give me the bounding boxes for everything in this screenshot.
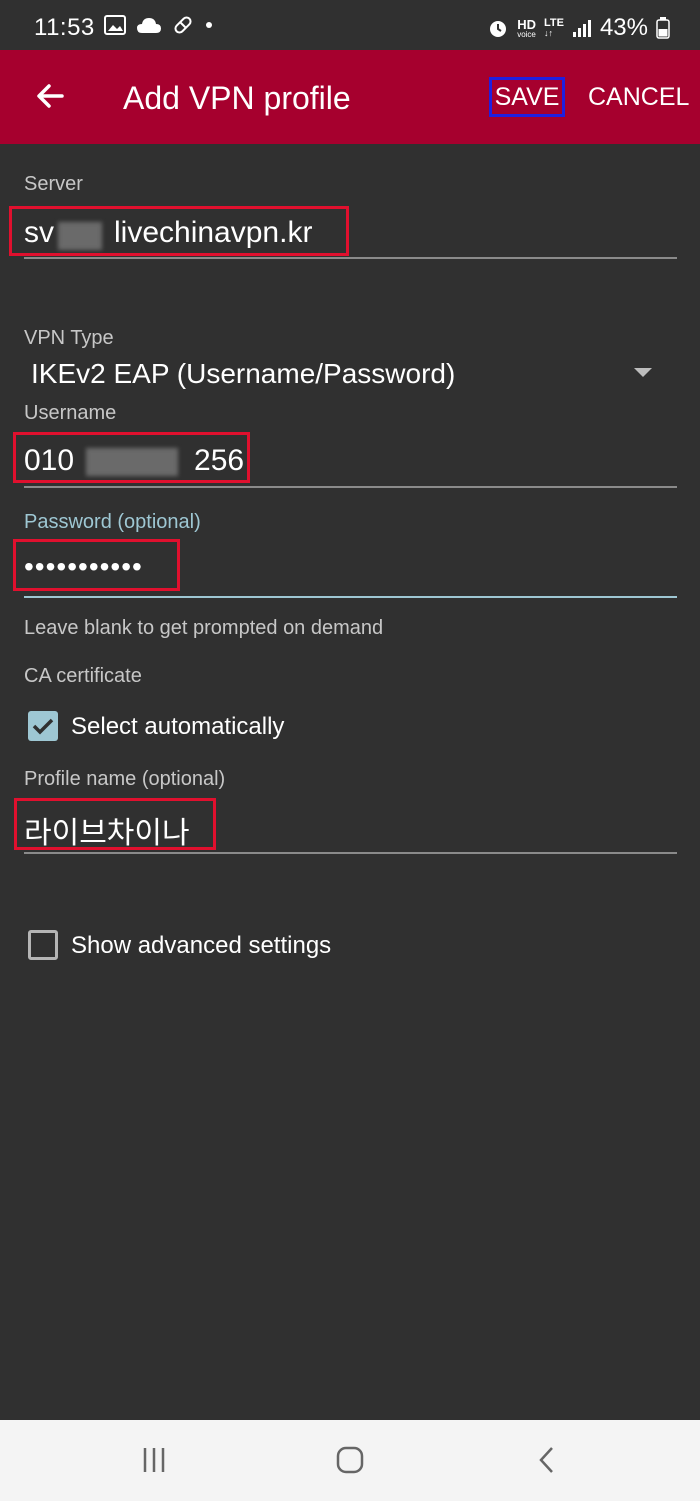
password-label: Password (optional) <box>24 511 201 533</box>
checkmark-icon <box>32 718 54 735</box>
dot-icon <box>206 22 212 28</box>
cloud-icon <box>137 18 161 33</box>
pill-icon <box>174 16 192 34</box>
save-button[interactable]: SAVE <box>489 77 565 117</box>
arrow-left-icon <box>37 84 64 108</box>
show-advanced-checkbox[interactable] <box>28 930 58 960</box>
hd-label: HD <box>517 16 536 32</box>
recent-apps-icon <box>143 1448 165 1472</box>
gallery-icon <box>104 15 126 35</box>
username-label: Username <box>24 402 117 424</box>
profile-name-underline <box>24 852 677 854</box>
server-highlight-box <box>9 206 349 256</box>
voice-label: voice <box>517 29 536 39</box>
status-time: 11:53 <box>34 14 95 41</box>
alarm-icon <box>490 21 507 37</box>
password-helper-text: Leave blank to get prompted on demand <box>24 617 384 639</box>
show-advanced-label[interactable]: Show advanced settings <box>71 932 331 960</box>
navigation-bar <box>0 1420 700 1501</box>
triangle-down-icon[interactable] <box>634 368 652 377</box>
username-underline <box>24 486 677 488</box>
status-notification-icons <box>104 14 214 36</box>
select-automatically-label[interactable]: Select automatically <box>71 713 284 741</box>
status-bar: 11:53 HD voice LTE ↓↑ 43% <box>0 0 700 50</box>
page-title: Add VPN profile <box>123 80 351 116</box>
battery-icon <box>656 17 670 39</box>
lte-icon: LTE ↓↑ <box>543 17 564 38</box>
select-automatically-checkbox[interactable] <box>28 711 58 741</box>
home-icon <box>336 1446 364 1474</box>
username-highlight-box <box>13 432 250 483</box>
signal-icon <box>572 20 591 37</box>
server-underline <box>24 257 677 259</box>
home-button[interactable] <box>330 1442 370 1478</box>
cancel-button[interactable]: CANCEL <box>588 83 689 112</box>
profile-name-highlight-box <box>14 798 216 850</box>
vpn-type-select[interactable]: IKEv2 EAP (Username/Password) <box>31 358 455 390</box>
battery-percent: 43% <box>599 14 648 41</box>
profile-name-label: Profile name (optional) <box>24 768 226 790</box>
password-highlight-box <box>13 539 180 591</box>
back-chevron-icon <box>539 1447 553 1473</box>
status-system-icons: HD voice LTE ↓↑ 43% <box>487 14 670 42</box>
back-button[interactable] <box>30 74 70 118</box>
hd-voice-icon: HD voice <box>517 18 536 39</box>
vpn-type-label: VPN Type <box>24 327 114 349</box>
password-underline <box>24 596 677 598</box>
recent-apps-button[interactable] <box>134 1442 174 1478</box>
app-bar: Add VPN profile SAVE CANCEL <box>0 50 700 144</box>
nav-back-button[interactable] <box>527 1442 567 1478</box>
ca-certificate-label: CA certificate <box>24 665 142 687</box>
server-label: Server <box>24 173 83 195</box>
